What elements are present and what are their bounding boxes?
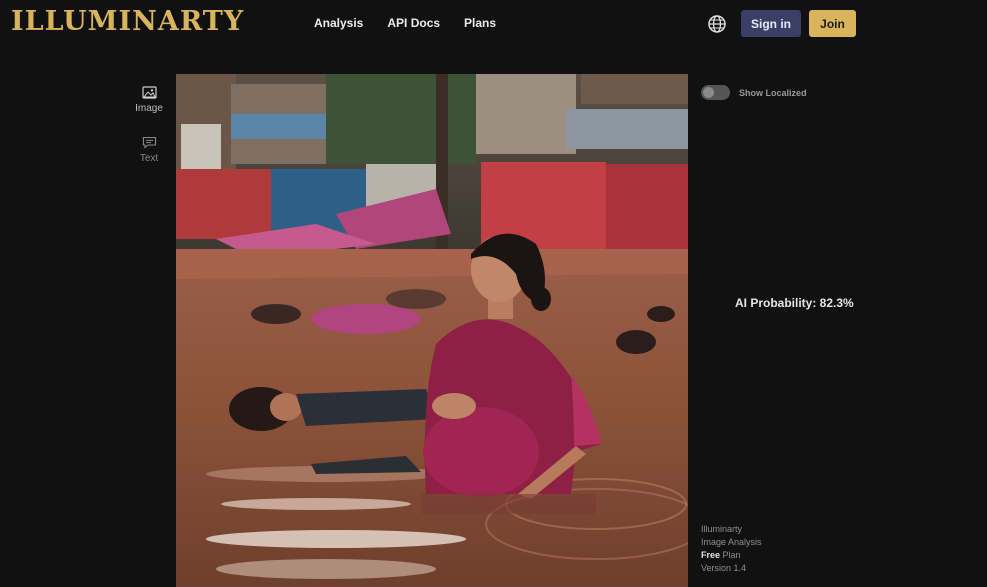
sidebar-item-label: Image	[135, 103, 163, 114]
sidebar-item-image[interactable]: Image	[129, 86, 169, 114]
join-button[interactable]: Join	[809, 10, 856, 37]
plan-suffix: Plan	[720, 550, 741, 560]
show-localized-label: Show Localized	[739, 87, 807, 98]
toggle-knob	[703, 87, 714, 98]
chat-icon	[142, 136, 156, 149]
footer-app-name: Illuminarty	[701, 524, 743, 534]
logo-text: ILLUMINARTY	[11, 6, 245, 37]
globe-icon[interactable]	[707, 14, 727, 34]
sidebar-item-label: Text	[139, 153, 159, 164]
plan-name: Free	[701, 550, 721, 560]
show-localized-toggle[interactable]	[701, 85, 730, 100]
sign-in-button[interactable]: Sign in	[741, 10, 801, 37]
nav-plans[interactable]: Plans	[464, 16, 496, 30]
nav-analysis[interactable]: Analysis	[314, 16, 363, 30]
footer-version: Version 1.4	[701, 563, 747, 573]
footer-info: Illuminarty Image Analysis Free Plan Ver…	[701, 523, 762, 575]
brand-logo[interactable]: ILLUMINARTY	[11, 6, 244, 37]
top-header: ILLUMINARTY Analysis API Docs Plans Sign…	[0, 0, 987, 48]
main-nav: Analysis API Docs Plans	[314, 16, 496, 30]
analyzed-image	[176, 74, 688, 587]
nav-api-docs[interactable]: API Docs	[387, 16, 440, 30]
sidebar-item-text[interactable]: Text	[129, 136, 169, 164]
footer-subtitle: Image Analysis	[701, 537, 762, 547]
ai-probability-result: AI Probability: 82.3%	[735, 296, 854, 310]
show-localized-control: Show Localized	[701, 85, 807, 100]
image-icon	[141, 86, 157, 99]
footer-plan: Free Plan	[701, 549, 762, 562]
